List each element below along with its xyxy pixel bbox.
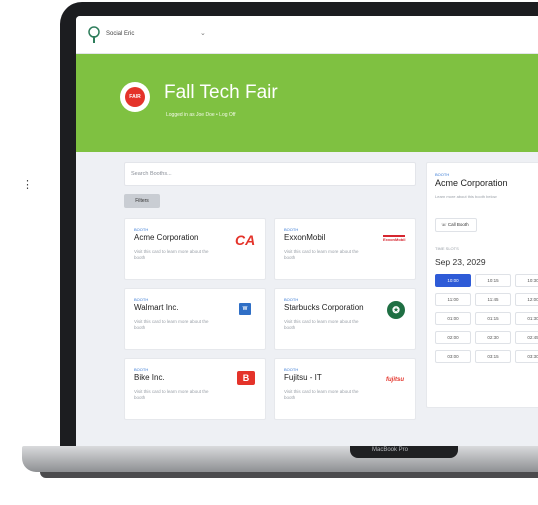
booth-card[interactable]: BOOTH Starbucks Corporation Visit this c…	[274, 288, 416, 350]
time-slot-button[interactable]: 03:30	[515, 350, 538, 363]
laptop-screen: Social Eric ⌄ FAIR Fall Tech Fair Logged…	[76, 16, 538, 448]
booth-tag: BOOTH	[134, 367, 149, 372]
booth-name: Bike Inc.	[134, 373, 165, 382]
booth-list-panel: Search Booths... Filters BOOTH Acme Corp…	[124, 162, 416, 442]
time-slot-button[interactable]: 01:30	[515, 312, 538, 325]
booth-card[interactable]: BOOTH ExxonMobil Visit this card to lear…	[274, 218, 416, 280]
booth-tag: BOOTH	[284, 367, 299, 372]
detail-tag: BOOTH	[435, 172, 450, 177]
event-badge: FAIR	[120, 82, 150, 112]
booth-description: Visit this card to learn more about the …	[134, 389, 209, 400]
fujitsu-logo: fujitsu	[386, 377, 404, 383]
laptop-base	[22, 446, 538, 472]
top-bar: Social Eric ⌄	[76, 16, 538, 54]
booth-description: Visit this card to learn more about the …	[284, 389, 359, 400]
detail-description: Learn more about this booth below	[435, 194, 497, 199]
time-slot-button[interactable]: 02:00	[435, 331, 471, 344]
starbucks-logo: ✪	[387, 301, 405, 319]
booth-description: Visit this card to learn more about the …	[134, 249, 209, 260]
time-slots-label: TIME SLOTS	[435, 246, 459, 251]
laptop-base-edge	[40, 472, 538, 478]
booth-tag: BOOTH	[284, 297, 299, 302]
booth-name: Acme Corporation	[134, 233, 199, 242]
side-marker: ⋮	[22, 179, 34, 191]
walmart-logo: W	[239, 303, 251, 315]
booth-name: Fujitsu - IT	[284, 373, 322, 382]
time-slot-button[interactable]: 10:00	[435, 274, 471, 287]
time-slot-button[interactable]: 02:45	[515, 331, 538, 344]
laptop-model-label: MacBook Pro	[372, 447, 409, 453]
event-title: Fall Tech Fair	[164, 82, 278, 103]
time-slot-button[interactable]: 11:00	[435, 293, 471, 306]
time-slot-button[interactable]: 03:15	[475, 350, 511, 363]
time-slot-button[interactable]: 12:00	[515, 293, 538, 306]
booth-description: Visit this card to learn more about the …	[134, 319, 209, 330]
exxonmobil-logo: ExxonMobil	[383, 235, 406, 242]
booth-card[interactable]: BOOTH Fujitsu - IT Visit this card to le…	[274, 358, 416, 420]
booth-detail-panel: BOOTH Acme Corporation Learn more about …	[426, 162, 538, 408]
ca-logo: CA	[235, 232, 256, 248]
detail-booth-name: Acme Corporation	[435, 178, 508, 188]
search-input[interactable]: Search Booths...	[124, 162, 416, 186]
tree-logo-icon	[88, 26, 100, 43]
booth-tag: BOOTH	[134, 297, 149, 302]
booth-tag: BOOTH	[284, 227, 299, 232]
time-slot-button[interactable]: 01:15	[475, 312, 511, 325]
time-slot-button[interactable]: 02:30	[475, 331, 511, 344]
event-banner: FAIR Fall Tech Fair Logged in as Joe Doe…	[76, 54, 538, 152]
call-booth-button[interactable]: ☏ Call Booth	[435, 218, 477, 232]
filter-button[interactable]: Filters	[124, 194, 160, 208]
booth-description: Visit this card to learn more about the …	[284, 319, 359, 330]
event-badge-label: FAIR	[125, 87, 145, 107]
chevron-down-icon[interactable]: ⌄	[200, 29, 206, 37]
booth-card[interactable]: BOOTH Bike Inc. Visit this card to learn…	[124, 358, 266, 420]
bike-logo: B	[237, 371, 255, 385]
booth-tag: BOOTH	[134, 227, 149, 232]
time-slot-button[interactable]: 10:30	[515, 274, 538, 287]
org-name[interactable]: Social Eric	[106, 31, 134, 37]
slot-date: Sep 23, 2029	[435, 257, 486, 267]
booth-name: Walmart Inc.	[134, 303, 179, 312]
time-slot-button[interactable]: 10:15	[475, 274, 511, 287]
time-slot-button[interactable]: 01:00	[435, 312, 471, 325]
time-slot-button[interactable]: 11:45	[475, 293, 511, 306]
booth-card[interactable]: BOOTH Acme Corporation Visit this card t…	[124, 218, 266, 280]
booth-description: Visit this card to learn more about the …	[284, 249, 359, 260]
login-status: Logged in as Joe Doe • Log Off	[166, 112, 236, 118]
booth-name: ExxonMobil	[284, 233, 326, 242]
booth-card[interactable]: BOOTH Walmart Inc. Visit this card to le…	[124, 288, 266, 350]
time-slot-button[interactable]: 03:00	[435, 350, 471, 363]
booth-name: Starbucks Corporation	[284, 303, 364, 312]
